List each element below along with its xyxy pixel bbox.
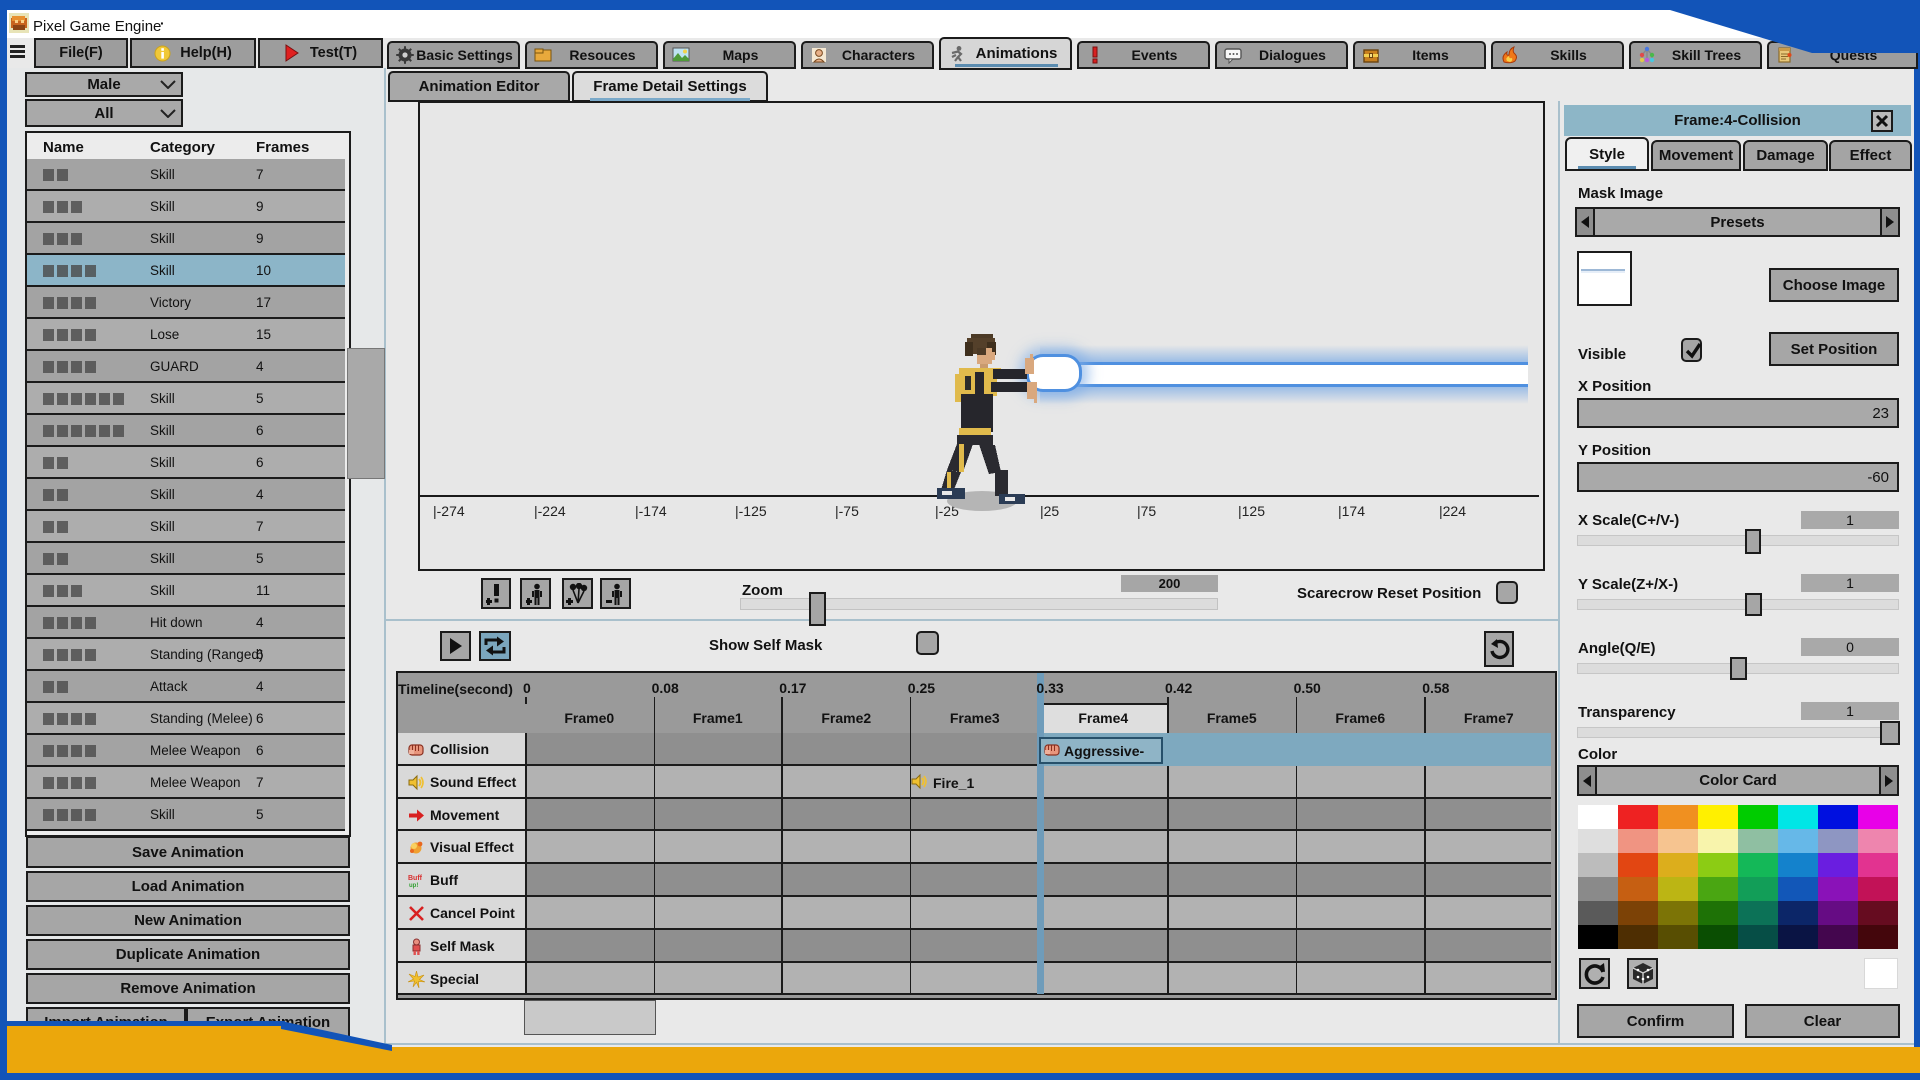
- svg-text:up!: up!: [409, 883, 418, 889]
- svg-text:Buff: Buff: [408, 875, 423, 882]
